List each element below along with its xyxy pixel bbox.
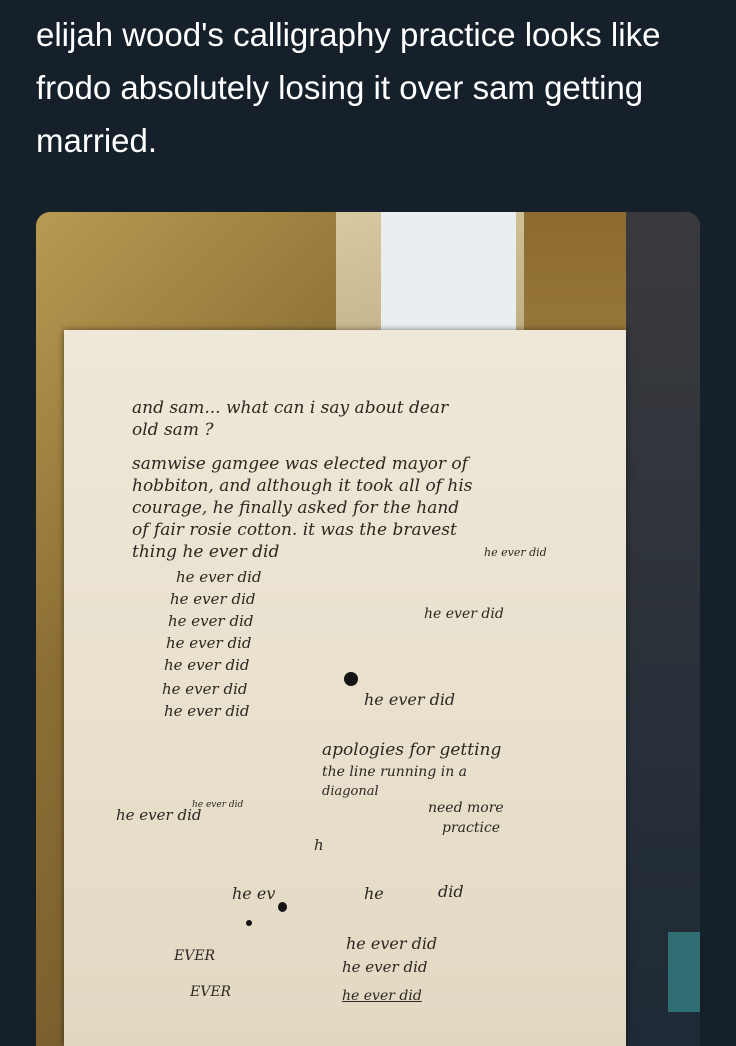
handwritten-fragment: did [438, 882, 464, 901]
handwritten-repeat: he ever did [176, 568, 262, 586]
ink-blot [344, 672, 358, 686]
handwritten-fragment: h [314, 836, 324, 854]
handwritten-line: thing he ever did [132, 542, 280, 562]
handwritten-line: hobbiton, and although it took all of hi… [132, 476, 473, 496]
handwritten-repeat: he ever did [164, 702, 250, 720]
calligraphy-paper: and sam... what can i say about dear old… [64, 330, 626, 1046]
handwritten-fragment: he ever did [192, 800, 244, 810]
handwritten-bottom-line: he ever did [342, 958, 428, 976]
handwritten-apology: need more [428, 800, 504, 816]
handwritten-fragment: he [364, 884, 384, 903]
handwritten-repeat: he ever did [364, 690, 456, 709]
handwritten-repeat: he ever did [170, 590, 256, 608]
ink-blot [278, 902, 287, 912]
handwritten-repeat: he ever did [166, 634, 252, 652]
handwritten-fragment: he ev [232, 884, 276, 903]
handwritten-apology: practice [442, 820, 501, 836]
handwritten-repeat: he ever did [116, 806, 202, 824]
handwritten-bottom-line: he ever did [346, 934, 438, 953]
dark-background-strip [626, 212, 700, 1046]
handwritten-apology: diagonal [322, 784, 379, 799]
handwritten-line: samwise gamgee was elected mayor of [132, 454, 468, 474]
handwritten-repeat: he ever did [424, 606, 504, 622]
handwritten-repeat: he ever did [484, 546, 547, 559]
handwritten-line: courage, he finally asked for the hand [132, 498, 460, 518]
map-compass-area [381, 212, 516, 332]
handwritten-line: old sam ? [132, 420, 214, 440]
ink-blot [246, 920, 252, 926]
post-caption: elijah wood's calligraphy practice looks… [36, 16, 661, 159]
handwritten-apology: the line running in a [322, 764, 468, 780]
handwritten-apology: apologies for getting [322, 740, 502, 760]
handwritten-repeat: he ever did [162, 680, 248, 698]
calligraphy-photo: and sam... what can i say about dear old… [36, 212, 700, 1046]
handwritten-line: of fair rosie cotton. it was the bravest [132, 520, 457, 540]
teal-object [668, 932, 700, 1012]
handwritten-bottom-line: he ever did [342, 988, 422, 1004]
handwritten-repeat: he ever did [168, 612, 254, 630]
handwritten-line: and sam... what can i say about dear [132, 398, 449, 418]
handwritten-fragment: EVER [174, 948, 216, 964]
handwritten-repeat: he ever did [164, 656, 250, 674]
handwritten-fragment: EVER [190, 984, 232, 1000]
